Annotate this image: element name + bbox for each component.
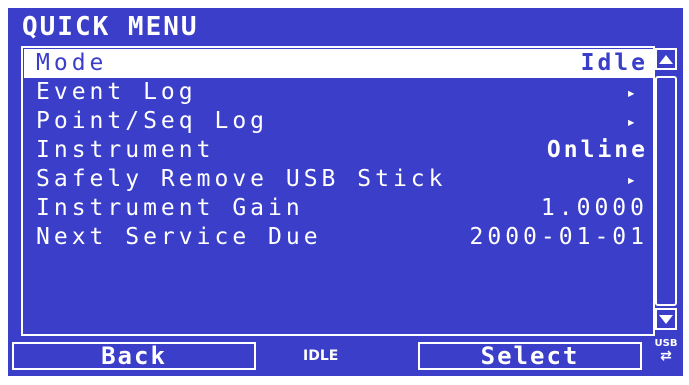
menu-item-label: Point/Seq Log bbox=[36, 108, 269, 134]
status-text: IDLE bbox=[303, 348, 339, 364]
chevron-right-icon: ▸ bbox=[626, 112, 636, 131]
scrollbar-track[interactable] bbox=[655, 76, 677, 306]
menu-item-label: Instrument Gain bbox=[36, 195, 304, 221]
menu-item-value: Idle bbox=[580, 50, 648, 76]
menu-item-label: Next Service Due bbox=[36, 224, 322, 250]
menu-item-label: Event Log bbox=[36, 79, 197, 105]
scrollbar[interactable] bbox=[655, 46, 679, 336]
select-button[interactable]: Select bbox=[418, 342, 642, 370]
scroll-up-button[interactable] bbox=[655, 48, 677, 70]
menu-item-label: Instrument bbox=[36, 137, 215, 163]
menu-item-instrument-gain[interactable]: Instrument Gain 1.0000 bbox=[24, 194, 654, 223]
menu-item-event-log[interactable]: Event Log ▸ bbox=[24, 78, 654, 107]
menu-item-point-seq-log[interactable]: Point/Seq Log ▸ bbox=[24, 107, 654, 136]
page-title: QUICK MENU bbox=[22, 12, 199, 42]
menu-item-value: 2000-01-01 bbox=[469, 224, 648, 250]
quick-menu-screen: QUICK MENU Mode Idle Event Log ▸ Point/S… bbox=[8, 8, 683, 376]
scroll-down-button[interactable] bbox=[655, 308, 677, 330]
usb-icon: USB ⇄ bbox=[652, 338, 680, 372]
scroll-down-icon bbox=[659, 314, 673, 324]
scroll-up-icon bbox=[659, 54, 673, 64]
usb-arrows-icon: ⇄ bbox=[660, 348, 672, 364]
back-button[interactable]: Back bbox=[12, 342, 256, 370]
menu-item-safely-remove-usb[interactable]: Safely Remove USB Stick ▸ bbox=[24, 165, 654, 194]
menu-item-value: 1.0000 bbox=[540, 195, 648, 221]
menu-item-mode[interactable]: Mode Idle bbox=[24, 49, 654, 78]
menu-item-instrument[interactable]: Instrument Online bbox=[24, 136, 654, 165]
menu-item-next-service-due[interactable]: Next Service Due 2000-01-01 bbox=[24, 223, 654, 252]
menu-item-label: Mode bbox=[36, 50, 108, 76]
chevron-right-icon: ▸ bbox=[626, 83, 636, 102]
chevron-right-icon: ▸ bbox=[626, 170, 636, 189]
menu-item-label: Safely Remove USB Stick bbox=[36, 166, 447, 192]
menu-item-value: Online bbox=[546, 137, 648, 163]
